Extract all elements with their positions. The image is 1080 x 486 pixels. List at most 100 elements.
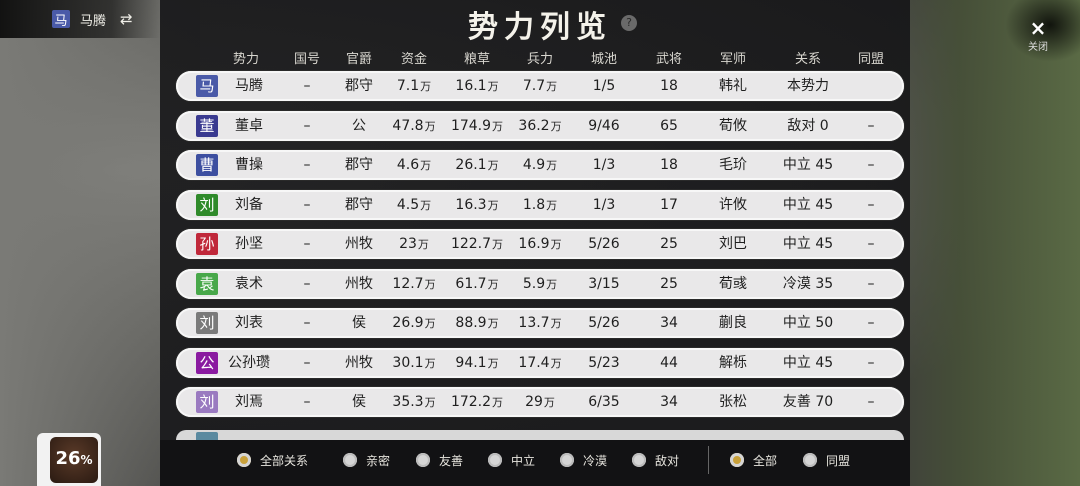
- cell-alliance: –: [868, 229, 875, 259]
- cell-troops: 29万: [525, 387, 555, 417]
- cell-alliance: –: [868, 190, 875, 220]
- cell-troops: 13.7万: [518, 308, 561, 338]
- cell-value: 荀彧: [719, 275, 747, 292]
- cell-value: –: [303, 117, 311, 134]
- cell-country: –: [304, 190, 311, 220]
- table-row-partial[interactable]: [176, 430, 904, 440]
- relation-filter-radio[interactable]: 全部关系: [237, 452, 308, 468]
- unit-label: 万: [424, 119, 436, 133]
- cell-name: 刘焉: [235, 387, 263, 417]
- column-header: 军师: [719, 52, 747, 67]
- cell-food: 94.1万: [455, 348, 498, 378]
- close-icon[interactable]: ×: [1025, 16, 1051, 40]
- cell-value: 7.1: [396, 78, 420, 94]
- cell-value: 刘巴: [719, 236, 747, 252]
- radio-dot[interactable]: [343, 453, 357, 467]
- cell-value: –: [303, 394, 311, 410]
- unit-label: 万: [492, 119, 504, 133]
- cell-value: 12.7: [392, 275, 424, 292]
- help-icon[interactable]: ?: [621, 15, 637, 31]
- relation-filter-radio[interactable]: 敌对: [632, 452, 679, 468]
- cell-value: 中立 45: [782, 236, 834, 252]
- cell-value: 州牧: [345, 275, 373, 292]
- relation-filter-radio[interactable]: 冷漠: [560, 452, 607, 468]
- cell-country: –: [304, 71, 311, 101]
- cell-value: –: [867, 354, 875, 371]
- cell-value: 26.1: [455, 157, 487, 173]
- cell-country: –: [304, 111, 311, 141]
- unit-label: 万: [487, 277, 499, 291]
- radio-dot[interactable]: [237, 453, 251, 467]
- progress-percent: 26%: [55, 448, 93, 469]
- cell-relation: 本势力: [787, 71, 829, 101]
- alliance-filter-radio[interactable]: 全部: [730, 452, 777, 468]
- relation-filter-radio[interactable]: 友善: [416, 452, 463, 468]
- column-header: 资金: [400, 52, 428, 67]
- cell-value: 许攸: [719, 196, 747, 213]
- cell-value: 35.3: [392, 394, 424, 410]
- unit-label: 万: [546, 80, 558, 93]
- table-row[interactable]: 马马腾 – 郡守 7.1万 16.1万 7.7万 1/5 18 韩礼 本势力: [176, 71, 904, 101]
- cell-name: 董卓: [235, 111, 263, 141]
- cell-value: 5.9: [522, 275, 546, 292]
- cell-gold: 4.6万: [397, 150, 431, 180]
- radio-dot[interactable]: [560, 453, 574, 467]
- cell-advisor: 张松: [719, 387, 747, 417]
- radio-dot[interactable]: [803, 453, 817, 467]
- cell-value: 122.7: [450, 236, 492, 252]
- table-row[interactable]: 董董卓 – 公 47.8万 174.9万 36.2万 9/46 65 荀攸 敌对 0–: [176, 110, 904, 141]
- cell-value: –: [303, 196, 311, 213]
- column-header: 国号: [293, 52, 321, 67]
- relation-filter-radio[interactable]: 中立: [488, 452, 535, 468]
- cell-value: –: [867, 117, 875, 134]
- cell-value: 65: [660, 117, 678, 134]
- cell-value: 公孙瓒: [228, 354, 270, 371]
- column-header: 兵力: [526, 52, 554, 67]
- cell-relation: 敌对 0: [787, 111, 828, 141]
- alliance-filter-radio[interactable]: 同盟: [803, 452, 850, 468]
- cell-value: 刘表: [235, 315, 263, 331]
- unit-label: 万: [424, 396, 436, 409]
- cell-name: 公孙瓒: [228, 348, 270, 378]
- cell-country: –: [304, 387, 311, 417]
- cell-alliance: –: [868, 111, 875, 141]
- table-row[interactable]: 曹曹操 – 郡守 4.6万 26.1万 4.9万 1/3 18 毛玠 中立 45–: [176, 150, 904, 180]
- cell-advisor: 蒯良: [719, 308, 747, 338]
- table-row[interactable]: 刘刘备 – 郡守 4.5万 16.3万 1.8万 1/3 17 许攸 中立 45–: [176, 189, 904, 220]
- cell-value: 侯: [352, 394, 366, 410]
- column-header: 武将: [655, 52, 683, 67]
- cell-advisor: 毛玠: [719, 150, 747, 180]
- table-row[interactable]: 刘刘表 – 侯 26.9万 88.9万 13.7万 5/26 34 蒯良 中立 50–: [176, 308, 904, 338]
- unit-label: 万: [420, 80, 432, 93]
- table-row[interactable]: 公公孙瓒 – 州牧 30.1万 94.1万 17.4万 5/23 44 解栎 中立 45–: [176, 347, 904, 378]
- cell-value: 174.9: [450, 117, 492, 134]
- cell-name: 刘表: [235, 308, 263, 338]
- cell-alliance: –: [868, 348, 875, 378]
- radio-dot[interactable]: [416, 453, 430, 467]
- cell-value: –: [867, 315, 875, 331]
- cell-value: 孙坚: [235, 236, 263, 252]
- table-row[interactable]: 孙孙坚 – 州牧 23万 122.7万 16.9万 5/26 25 刘巴 中立 45–: [176, 229, 904, 259]
- cell-rank: 公: [352, 111, 366, 141]
- cell-value: 韩礼: [719, 78, 747, 94]
- cell-rank: 郡守: [345, 150, 373, 180]
- cell-value: 解栎: [719, 354, 747, 371]
- unit-label: 万: [420, 159, 432, 172]
- table-row[interactable]: 袁袁术 – 州牧 12.7万 61.7万 5.9万 3/15 25 荀彧 冷漠 35–: [176, 268, 904, 299]
- cell-cities: 1/5: [593, 71, 616, 101]
- radio-dot[interactable]: [632, 453, 646, 467]
- cell-gold: 26.9万: [392, 308, 435, 338]
- cell-generals: 25: [660, 229, 678, 259]
- table-row[interactable]: 刘刘焉 – 侯 35.3万 172.2万 29万 6/35 34 张松 友善 70–: [176, 387, 904, 417]
- cell-value: 公: [352, 117, 366, 134]
- cell-name: 袁术: [235, 269, 263, 299]
- relation-filter-radio[interactable]: 亲密: [343, 452, 390, 468]
- cell-value: 88.9: [455, 315, 487, 331]
- radio-dot[interactable]: [488, 453, 502, 467]
- column-header: 粮草: [463, 52, 491, 67]
- radio-dot[interactable]: [730, 453, 744, 467]
- cell-value: –: [867, 196, 875, 213]
- cell-value: 1/3: [592, 157, 616, 173]
- cell-troops: 1.8万: [523, 190, 557, 220]
- cell-gold: 4.5万: [397, 190, 431, 220]
